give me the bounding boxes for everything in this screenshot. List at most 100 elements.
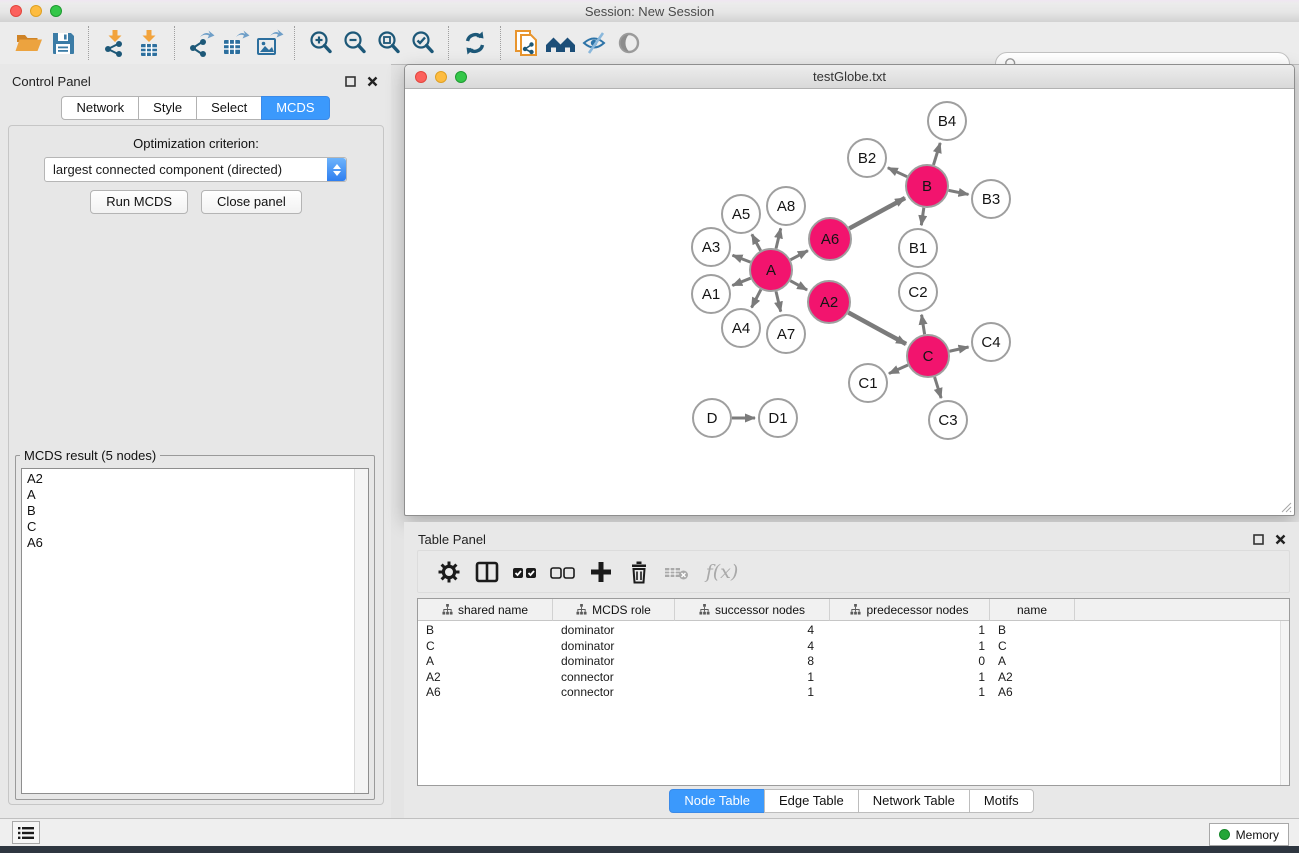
- graph-node-C1[interactable]: C1: [849, 364, 887, 402]
- mcds-result-item[interactable]: A2: [22, 471, 354, 487]
- edge-A2-C[interactable]: [848, 313, 906, 344]
- column-header-successor-nodes[interactable]: successor nodes: [675, 599, 830, 621]
- run-mcds-button[interactable]: Run MCDS: [90, 190, 188, 214]
- create-column-button[interactable]: [582, 556, 620, 588]
- graph-node-C2[interactable]: C2: [899, 273, 937, 311]
- graph-node-A5[interactable]: A5: [722, 195, 760, 233]
- graph-node-B3[interactable]: B3: [972, 180, 1010, 218]
- edge-C-C4[interactable]: [949, 347, 968, 351]
- table-row[interactable]: A2connector11A2: [418, 670, 1289, 686]
- memory-button[interactable]: Memory: [1209, 823, 1289, 846]
- graph-node-A1[interactable]: A1: [692, 275, 730, 313]
- network-zoom-button[interactable]: [455, 71, 467, 83]
- tab-network[interactable]: Network: [61, 96, 139, 120]
- home-layouts-button[interactable]: [544, 27, 578, 59]
- table-scrollbar[interactable]: [1280, 621, 1289, 785]
- deselect-all-button[interactable]: [544, 556, 582, 588]
- function-builder-button[interactable]: f(x): [696, 556, 748, 588]
- tab-node-table[interactable]: Node Table: [669, 789, 765, 813]
- column-header-mcds-role[interactable]: MCDS role: [553, 599, 675, 621]
- criterion-dropdown[interactable]: largest connected component (directed): [44, 157, 347, 182]
- export-network-button[interactable]: [184, 27, 218, 59]
- mcds-result-item[interactable]: C: [22, 519, 354, 535]
- mcds-result-item[interactable]: A6: [22, 535, 354, 551]
- close-window-button[interactable]: [10, 5, 22, 17]
- edge-C-C2[interactable]: [922, 315, 925, 335]
- minimize-window-button[interactable]: [30, 5, 42, 17]
- graph-node-A4[interactable]: A4: [722, 309, 760, 347]
- edge-A6-B[interactable]: [849, 198, 905, 228]
- tab-mcds[interactable]: MCDS: [261, 96, 329, 120]
- delete-table-button[interactable]: [658, 556, 696, 588]
- tab-edge-table[interactable]: Edge Table: [764, 789, 859, 813]
- table-row[interactable]: Bdominator41B: [418, 623, 1289, 639]
- graph-node-A8[interactable]: A8: [767, 187, 805, 225]
- show-column-button[interactable]: [468, 556, 506, 588]
- edge-B-B4[interactable]: [933, 143, 940, 165]
- zoom-window-button[interactable]: [50, 5, 62, 17]
- graph-node-A6[interactable]: A6: [809, 218, 851, 260]
- refresh-view-button[interactable]: [458, 27, 492, 59]
- list-scrollbar[interactable]: [354, 469, 368, 793]
- edge-A-A2[interactable]: [790, 281, 807, 290]
- graph-node-A[interactable]: A: [750, 249, 792, 291]
- graph-node-C3[interactable]: C3: [929, 401, 967, 439]
- zoom-in-button[interactable]: [304, 27, 338, 59]
- edge-A-A6[interactable]: [790, 251, 807, 260]
- graph-node-B4[interactable]: B4: [928, 102, 966, 140]
- graph-node-C[interactable]: C: [907, 335, 949, 377]
- tab-select[interactable]: Select: [196, 96, 262, 120]
- select-all-button[interactable]: [506, 556, 544, 588]
- network-close-button[interactable]: [415, 71, 427, 83]
- window-resize-grip[interactable]: [1279, 500, 1292, 513]
- task-history-button[interactable]: [12, 821, 40, 844]
- table-options-button[interactable]: [430, 556, 468, 588]
- float-panel-button[interactable]: [341, 73, 359, 89]
- export-image-button[interactable]: [252, 27, 286, 59]
- edge-A-A5[interactable]: [752, 234, 761, 250]
- graph-node-A7[interactable]: A7: [767, 315, 805, 353]
- graph-node-A3[interactable]: A3: [692, 228, 730, 266]
- tab-motifs[interactable]: Motifs: [969, 789, 1034, 813]
- table-row[interactable]: Adominator80A: [418, 654, 1289, 670]
- network-overview-button[interactable]: [510, 27, 544, 59]
- table-float-button[interactable]: [1249, 531, 1267, 547]
- edge-B-B1[interactable]: [921, 208, 924, 225]
- table-row[interactable]: A6connector11A6: [418, 685, 1289, 701]
- edge-C-C3[interactable]: [935, 377, 942, 398]
- table-close-button[interactable]: [1271, 531, 1289, 547]
- graph-node-B2[interactable]: B2: [848, 139, 886, 177]
- edge-B-B3[interactable]: [949, 190, 969, 194]
- open-file-button[interactable]: [12, 27, 46, 59]
- column-header-name[interactable]: name: [990, 599, 1075, 621]
- mcds-result-item[interactable]: A: [22, 487, 354, 503]
- edge-B-B2[interactable]: [888, 168, 907, 177]
- tab-network-table[interactable]: Network Table: [858, 789, 970, 813]
- column-header-shared-name[interactable]: shared name: [418, 599, 553, 621]
- graph-node-D1[interactable]: D1: [759, 399, 797, 437]
- edge-A-A3[interactable]: [732, 255, 750, 262]
- import-table-button[interactable]: [132, 27, 166, 59]
- edge-A-A8[interactable]: [776, 228, 781, 248]
- edge-A-A7[interactable]: [776, 291, 781, 311]
- zoom-fit-button[interactable]: [372, 27, 406, 59]
- edge-A-A1[interactable]: [732, 278, 750, 285]
- import-network-button[interactable]: [98, 27, 132, 59]
- graph-node-D[interactable]: D: [693, 399, 731, 437]
- zoom-out-button[interactable]: [338, 27, 372, 59]
- close-panel-button[interactable]: [363, 73, 381, 89]
- table-row[interactable]: Cdominator41C: [418, 639, 1289, 655]
- hide-graphics-details-button[interactable]: [578, 27, 612, 59]
- edge-A-A4[interactable]: [752, 290, 761, 308]
- zoom-selected-button[interactable]: [406, 27, 440, 59]
- tab-style[interactable]: Style: [138, 96, 197, 120]
- graph-node-B[interactable]: B: [906, 165, 948, 207]
- mcds-result-item[interactable]: B: [22, 503, 354, 519]
- close-panel-action-button[interactable]: Close panel: [201, 190, 302, 214]
- column-header-predecessor-nodes[interactable]: predecessor nodes: [830, 599, 990, 621]
- delete-columns-button[interactable]: [620, 556, 658, 588]
- network-canvas[interactable]: B4B2BB3A8A5A6A3B1AC2A1A2A4A7C4CC1C3DD1: [405, 88, 1294, 515]
- export-table-button[interactable]: [218, 27, 252, 59]
- save-session-button[interactable]: [46, 27, 80, 59]
- show-graphics-details-button[interactable]: [612, 27, 646, 59]
